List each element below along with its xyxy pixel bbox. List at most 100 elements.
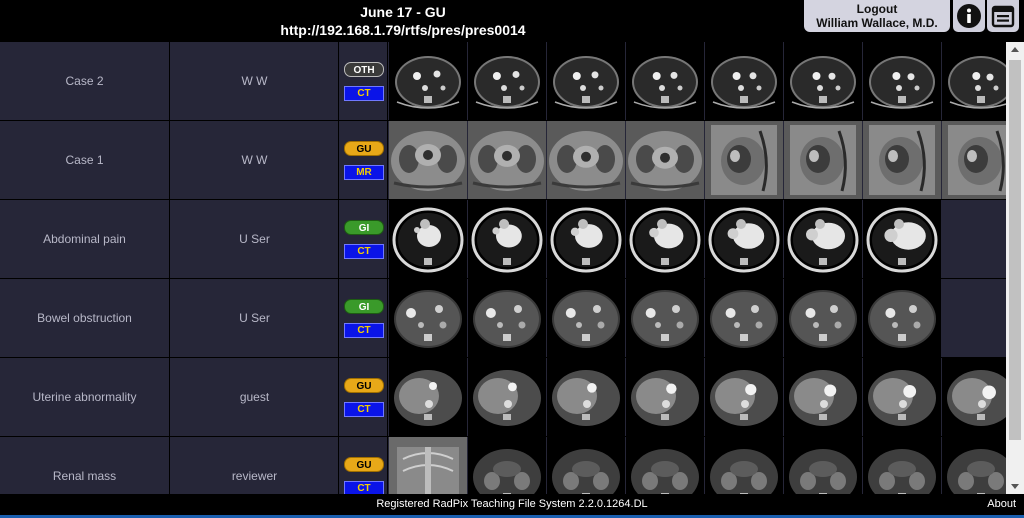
image-thumbnail[interactable]: [705, 437, 783, 494]
image-thumbnail[interactable]: [784, 279, 862, 357]
category-badge[interactable]: GU: [344, 378, 384, 393]
image-thumbnail[interactable]: [626, 437, 704, 494]
scan-image: [863, 437, 941, 494]
scan-image: [626, 42, 704, 120]
image-thumbnail[interactable]: [389, 358, 467, 436]
scan-image: [468, 121, 546, 199]
case-description[interactable]: Bowel obstruction: [0, 279, 170, 357]
scan-image: [547, 358, 625, 436]
scan-image: [784, 42, 862, 120]
modality-badge[interactable]: MR: [344, 165, 384, 180]
image-thumbnail[interactable]: [389, 437, 467, 494]
scroll-down-arrow-icon[interactable]: [1006, 478, 1024, 494]
image-thumbnail[interactable]: [468, 121, 546, 199]
vertical-scrollbar[interactable]: [1006, 42, 1024, 494]
scroll-up-arrow-icon[interactable]: [1006, 42, 1024, 58]
scan-image: [468, 358, 546, 436]
image-thumbnail[interactable]: [863, 279, 941, 357]
info-button[interactable]: [953, 0, 985, 32]
modality-badge[interactable]: CT: [344, 86, 384, 101]
image-thumbnail[interactable]: [626, 358, 704, 436]
image-thumbnail[interactable]: [863, 121, 941, 199]
image-thumbnail[interactable]: [863, 358, 941, 436]
image-thumbnail[interactable]: [547, 42, 625, 120]
category-badge[interactable]: GI: [344, 220, 384, 235]
case-user: U Ser: [171, 279, 339, 357]
modality-badge[interactable]: CT: [344, 244, 384, 259]
image-thumbnail[interactable]: [626, 200, 704, 278]
image-thumbnail[interactable]: [389, 42, 467, 120]
calendar-button[interactable]: [987, 0, 1019, 32]
image-thumbnail[interactable]: [468, 200, 546, 278]
image-thumbnail[interactable]: [863, 200, 941, 278]
case-row[interactable]: Renal mass reviewer GU CT: [0, 437, 1006, 494]
case-description[interactable]: Case 1: [0, 121, 170, 199]
image-thumbnail[interactable]: [863, 437, 941, 494]
image-thumbnail[interactable]: [705, 358, 783, 436]
user-name: William Wallace, M.D.: [816, 16, 938, 30]
image-thumbnail[interactable]: [626, 121, 704, 199]
image-thumbnail[interactable]: [942, 121, 1006, 199]
image-thumbnail[interactable]: [389, 200, 467, 278]
case-description[interactable]: Abdominal pain: [0, 200, 170, 278]
image-thumbnail[interactable]: [942, 358, 1006, 436]
case-row[interactable]: Bowel obstruction U Ser GI CT: [0, 279, 1006, 358]
scrollbar-thumb[interactable]: [1009, 60, 1021, 440]
logout-button[interactable]: Logout William Wallace, M.D.: [804, 0, 950, 32]
scan-image: [784, 437, 862, 494]
case-row[interactable]: Abdominal pain U Ser GI CT: [0, 200, 1006, 279]
category-badge[interactable]: GU: [344, 457, 384, 472]
image-thumbnail[interactable]: [547, 437, 625, 494]
case-tags: GI CT: [340, 200, 388, 278]
image-thumbnail[interactable]: [784, 358, 862, 436]
scan-image: [547, 200, 625, 278]
image-thumbnail[interactable]: [784, 42, 862, 120]
case-user: reviewer: [171, 437, 339, 494]
case-description[interactable]: Renal mass: [0, 437, 170, 494]
scan-image: [547, 42, 625, 120]
image-thumbnail[interactable]: [389, 121, 467, 199]
image-thumbnail[interactable]: [389, 279, 467, 357]
category-badge[interactable]: GU: [344, 141, 384, 156]
case-row[interactable]: Uterine abnormality guest GU CT: [0, 358, 1006, 437]
image-thumbnail[interactable]: [468, 358, 546, 436]
modality-badge[interactable]: CT: [344, 402, 384, 417]
image-thumbnail[interactable]: [468, 437, 546, 494]
modality-badge[interactable]: CT: [344, 323, 384, 338]
image-thumbnail[interactable]: [784, 200, 862, 278]
scan-image: [784, 279, 862, 357]
image-thumbnail[interactable]: [547, 358, 625, 436]
image-thumbnail[interactable]: [705, 42, 783, 120]
scan-image: [863, 279, 941, 357]
case-row[interactable]: Case 1W W GU MR: [0, 121, 1006, 200]
image-thumbnail[interactable]: [705, 200, 783, 278]
image-thumbnail[interactable]: [942, 437, 1006, 494]
image-thumbnail[interactable]: [626, 42, 704, 120]
category-badge[interactable]: GI: [344, 299, 384, 314]
modality-badge[interactable]: CT: [344, 481, 384, 494]
case-grid: Case 2W W OTH CT Case 1W W GU MR Abdominal pai…: [0, 42, 1006, 494]
image-thumbnail[interactable]: [468, 42, 546, 120]
scan-image: [468, 437, 546, 494]
image-thumbnail[interactable]: [547, 200, 625, 278]
scan-image: [468, 279, 546, 357]
image-thumbnail[interactable]: [626, 279, 704, 357]
image-thumbnail[interactable]: [547, 279, 625, 357]
calendar-icon: [991, 5, 1015, 28]
image-thumbnail[interactable]: [547, 121, 625, 199]
image-thumbnail[interactable]: [784, 121, 862, 199]
about-link[interactable]: About: [987, 498, 1016, 510]
category-badge[interactable]: OTH: [344, 62, 384, 77]
scan-image: [389, 358, 467, 436]
image-thumbnail[interactable]: [705, 121, 783, 199]
image-thumbnail[interactable]: [705, 279, 783, 357]
image-thumbnail[interactable]: [784, 437, 862, 494]
case-description[interactable]: Uterine abnormality: [0, 358, 170, 436]
image-thumbnail[interactable]: [468, 279, 546, 357]
case-description[interactable]: Case 2: [0, 42, 170, 120]
image-thumbnail[interactable]: [942, 42, 1006, 120]
case-row[interactable]: Case 2W W OTH CT: [0, 42, 1006, 121]
image-thumbnail[interactable]: [863, 42, 941, 120]
presentation-title: June 17 - GU: [360, 4, 446, 20]
scan-image: [705, 200, 783, 278]
